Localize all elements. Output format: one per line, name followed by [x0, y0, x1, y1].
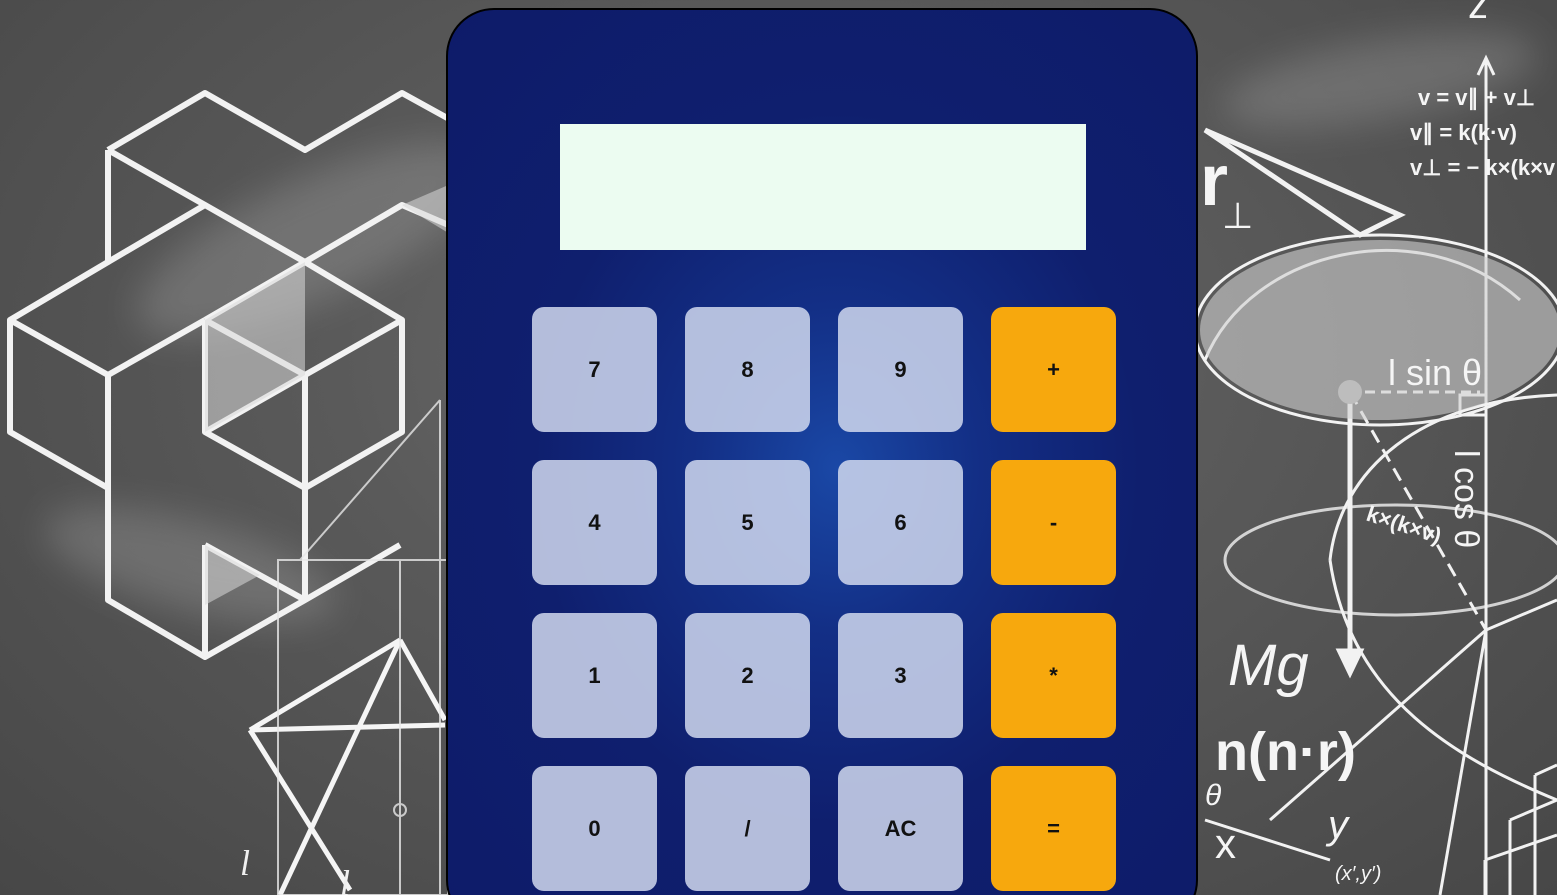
svg-text:l cos θ: l cos θ [1447, 450, 1485, 548]
multiply-button[interactable]: * [991, 613, 1116, 738]
svg-text:z: z [1468, 0, 1488, 27]
key-2-button[interactable]: 2 [685, 613, 810, 738]
calculator: 7 8 9 +4 5 6- 1 2 3 * 0/AC = [446, 8, 1198, 895]
subtract-button[interactable]: - [991, 460, 1116, 585]
key-6-button[interactable]: 6 [838, 460, 963, 585]
svg-text:(x′,y′): (x′,y′) [1335, 863, 1381, 885]
svg-text:v∥ = k(k·v): v∥ = k(k·v) [1410, 120, 1517, 146]
svg-text:θ: θ [1205, 779, 1222, 812]
key-1-button[interactable]: 1 [532, 613, 657, 738]
svg-text:l sin θ: l sin θ [1388, 352, 1482, 393]
svg-text:v = v∥ + v⊥: v = v∥ + v⊥ [1418, 85, 1535, 111]
add-button[interactable]: + [991, 307, 1116, 432]
equals-button[interactable]: = [991, 766, 1116, 891]
svg-text:v⊥ = − k×(k×v: v⊥ = − k×(k×v [1410, 155, 1556, 180]
svg-text:x: x [1215, 820, 1236, 867]
key-3-button[interactable]: 3 [838, 613, 963, 738]
svg-text:k×(k×v): k×(k×v) [1363, 501, 1444, 549]
chalk-label: l [340, 863, 350, 895]
divide-button[interactable]: / [685, 766, 810, 891]
svg-text:Mg: Mg [1228, 633, 1309, 698]
svg-text:⊥: ⊥ [1222, 195, 1253, 236]
calculator-display[interactable] [560, 124, 1086, 250]
key-9-button[interactable]: 9 [838, 307, 963, 432]
svg-text:y: y [1325, 803, 1351, 847]
key-8-button[interactable]: 8 [685, 307, 810, 432]
chalk-label: l [240, 843, 250, 883]
clear-button[interactable]: AC [838, 766, 963, 891]
key-4-button[interactable]: 4 [532, 460, 657, 585]
keypad: 7 8 9 +4 5 6- 1 2 3 * 0/AC = [532, 307, 1116, 891]
key-5-button[interactable]: 5 [685, 460, 810, 585]
key-0-button[interactable]: 0 [532, 766, 657, 891]
key-7-button[interactable]: 7 [532, 307, 657, 432]
prism-drawing [247, 637, 448, 895]
svg-text:n(n·r): n(n·r) [1215, 722, 1356, 782]
